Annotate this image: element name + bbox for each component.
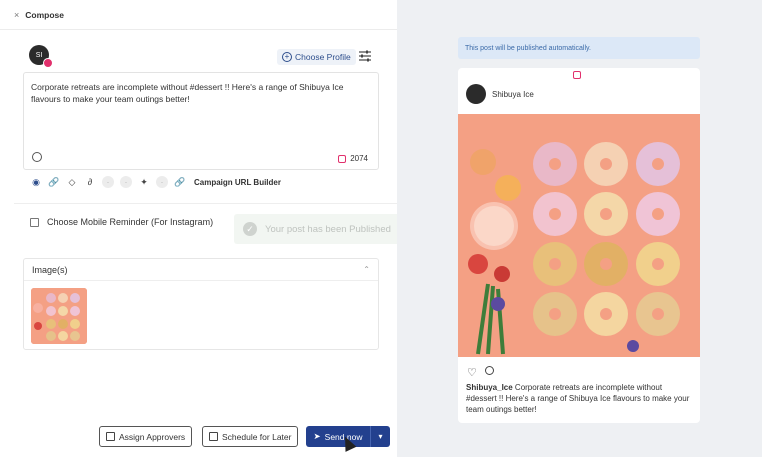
preview-username: Shibuya Ice — [492, 90, 534, 99]
character-counter: 2074 — [338, 154, 368, 163]
sliders-icon[interactable] — [358, 50, 372, 62]
char-count: 2074 — [350, 154, 368, 163]
handshake-icon[interactable]: ✦ — [138, 176, 150, 188]
instagram-preview-card: Shibuya Ice ♡ Shibuya_Ice Corporate retr… — [458, 68, 700, 423]
assign-approvers-button[interactable]: Assign Approvers — [99, 426, 193, 447]
divider — [14, 203, 397, 204]
preview-photo — [458, 114, 700, 357]
mobile-reminder[interactable]: Choose Mobile Reminder (For Instagram) — [30, 217, 213, 227]
compose-title: Compose — [25, 9, 64, 20]
chevron-down-icon: ▾ — [378, 432, 383, 441]
donuts-thumbnail-image — [31, 288, 87, 344]
person-icon — [106, 432, 115, 441]
instagram-badge-icon — [43, 58, 53, 68]
choose-profile-button[interactable]: + Choose Profile — [277, 49, 356, 65]
profile-avatar[interactable]: SI — [29, 45, 53, 68]
tag-icon[interactable]: ◇ — [66, 176, 78, 188]
schedule-label: Schedule for Later — [222, 431, 292, 442]
send-now-button[interactable]: ➤ Send now — [306, 426, 370, 447]
link-icon[interactable]: 🔗 — [48, 176, 60, 188]
preview-avatar — [466, 84, 486, 104]
compose-header: × Compose — [0, 0, 397, 30]
pin-icon[interactable]: · — [120, 176, 132, 188]
location-icon[interactable]: · — [102, 176, 114, 188]
close-icon[interactable]: × — [14, 10, 19, 20]
heart-icon[interactable]: ♡ — [467, 366, 477, 379]
campaign-link-icon[interactable]: 🔗 — [174, 176, 186, 188]
images-section: Image(s) ⌃ — [23, 258, 379, 350]
editor-toolbar: ◉ 🔗 ◇ ∂ · · ✦ · 🔗 Campaign URL Builder — [30, 175, 281, 189]
instagram-icon — [573, 71, 581, 79]
images-header[interactable]: Image(s) ⌃ — [24, 259, 378, 281]
reminder-checkbox[interactable] — [30, 217, 39, 227]
attachment-icon[interactable]: ∂ — [84, 176, 96, 188]
choose-profile-label: Choose Profile — [295, 52, 351, 62]
post-text[interactable]: Corporate retreats are incomplete withou… — [31, 81, 371, 105]
auto-publish-notice: This post will be published automaticall… — [458, 37, 700, 59]
send-icon: ➤ — [313, 431, 321, 441]
media-icon[interactable]: ◉ — [30, 176, 42, 188]
donuts-photo-image — [458, 114, 700, 357]
check-circle-icon: ✓ — [243, 222, 257, 236]
preview-caption: Shibuya_Ice Corporate retreats are incom… — [466, 382, 694, 415]
instagram-icon — [338, 154, 347, 163]
comment-icon[interactable] — [485, 366, 494, 375]
assign-label: Assign Approvers — [119, 431, 186, 442]
avatar-text: SI — [35, 51, 43, 59]
preview-panel: This post will be published automaticall… — [397, 0, 762, 457]
send-options-dropdown[interactable]: ▾ — [370, 426, 390, 447]
chevron-up-icon[interactable]: ⌃ — [363, 265, 370, 274]
reminder-label: Choose Mobile Reminder (For Instagram) — [47, 217, 214, 227]
plus-circle-icon: + — [282, 52, 292, 62]
post-editor[interactable]: Corporate retreats are incomplete withou… — [23, 72, 379, 170]
image-thumbnail[interactable] — [31, 288, 87, 344]
images-title: Image(s) — [32, 264, 68, 275]
campaign-url-builder-link[interactable]: Campaign URL Builder — [194, 178, 281, 187]
schedule-later-button[interactable]: Schedule for Later — [202, 426, 299, 447]
toast-text: Your post has been Published — [265, 223, 391, 235]
emoji-icon[interactable] — [32, 152, 42, 162]
dollar-icon[interactable]: · — [156, 176, 168, 188]
calendar-icon — [209, 432, 218, 441]
caption-username: Shibuya_Ice — [466, 383, 513, 392]
